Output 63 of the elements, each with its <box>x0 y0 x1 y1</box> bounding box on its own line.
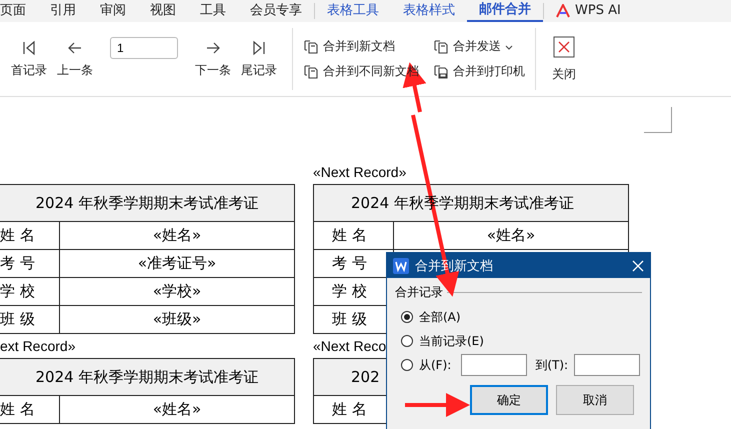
caret-icon <box>505 42 513 50</box>
merge-button[interactable]: 合并发送 <box>433 38 525 55</box>
right-arrow-icon <box>205 40 221 56</box>
record-nav-button[interactable]: 首记录 <box>6 40 52 78</box>
merge-field: «姓名» <box>60 222 294 249</box>
ai-logo-icon <box>556 4 570 18</box>
last-record-icon <box>251 40 267 56</box>
close-icon <box>553 36 575 58</box>
documents-icon <box>433 38 449 54</box>
merge-field: ext Record» <box>0 334 76 358</box>
merge-field: «Next Record» <box>313 160 406 184</box>
ribbon-tab[interactable]: 会员专享 <box>238 0 314 22</box>
from-field[interactable] <box>461 354 528 376</box>
ribbon-tab[interactable]: 表格工具 <box>315 0 391 22</box>
merge-field: «Next Reco <box>313 334 386 358</box>
printer-icon <box>433 64 449 80</box>
option-label[interactable]: 从(F): <box>419 356 452 374</box>
annotation-arrow <box>405 393 470 417</box>
ribbon-tab[interactable]: 引用 <box>38 0 88 22</box>
table-label: 姓 名 <box>0 222 60 249</box>
merge-field: «姓名» <box>394 222 628 249</box>
record-number-field[interactable]: 1 <box>110 37 178 59</box>
table-title: 2024 年秋季学期期末考试准考证 <box>0 185 294 222</box>
ribbon-tab[interactable]: 视图 <box>138 0 188 22</box>
ribbon-tab[interactable]: 页面 <box>0 0 38 22</box>
option-label: 到(T): <box>535 356 568 374</box>
merge-button[interactable]: 合并到新文档 <box>303 38 419 55</box>
left-arrow-icon <box>67 40 83 56</box>
documents-icon <box>303 64 319 80</box>
table-label: 学 校 <box>0 278 60 305</box>
table-label: 考 号 <box>0 250 60 277</box>
close-button[interactable]: 关闭 <box>546 36 582 82</box>
merge-button[interactable]: 合并到不同新文档 <box>303 63 419 80</box>
table-title: 2024 年秋季学期期末考试准考证 <box>0 359 294 396</box>
ribbon-tab[interactable]: 审阅 <box>88 0 138 22</box>
radio-button[interactable] <box>401 311 413 323</box>
merge-button[interactable]: 合并到打印机 <box>433 63 525 80</box>
merge-field: «准考证号» <box>60 250 294 277</box>
option-label[interactable]: 全部(A) <box>419 308 461 326</box>
document-app-icon <box>393 258 409 274</box>
table-label: 姓 名 <box>314 222 394 249</box>
merge-field: «姓名» <box>60 396 294 423</box>
first-record-icon <box>21 40 37 56</box>
close-icon[interactable] <box>632 260 644 272</box>
table-label: 姓 名 <box>0 396 60 423</box>
radio-button[interactable] <box>401 359 413 371</box>
record-nav-button[interactable]: 下一条 <box>190 40 236 78</box>
ok-button[interactable]: 确定 <box>470 385 548 415</box>
ribbon-tab[interactable]: 表格样式 <box>391 0 467 22</box>
merge-field: «学校» <box>60 278 294 305</box>
merge-field: «班级» <box>60 306 294 333</box>
record-nav-button[interactable]: 尾记录 <box>236 40 282 78</box>
table-label: 班 级 <box>0 306 60 333</box>
radio-button[interactable] <box>401 335 413 347</box>
ribbon-tab[interactable]: 工具 <box>188 0 238 22</box>
option-label[interactable]: 当前记录(E) <box>419 332 484 350</box>
ribbon-tab[interactable]: WPS AI <box>544 0 633 22</box>
documents-icon <box>303 38 319 54</box>
to-field[interactable] <box>574 354 640 376</box>
cancel-button[interactable]: 取消 <box>556 385 634 415</box>
group-label: 合并记录 <box>395 284 443 301</box>
page-corner-mark <box>644 107 672 133</box>
record-nav-button[interactable]: 上一条 <box>52 40 98 78</box>
